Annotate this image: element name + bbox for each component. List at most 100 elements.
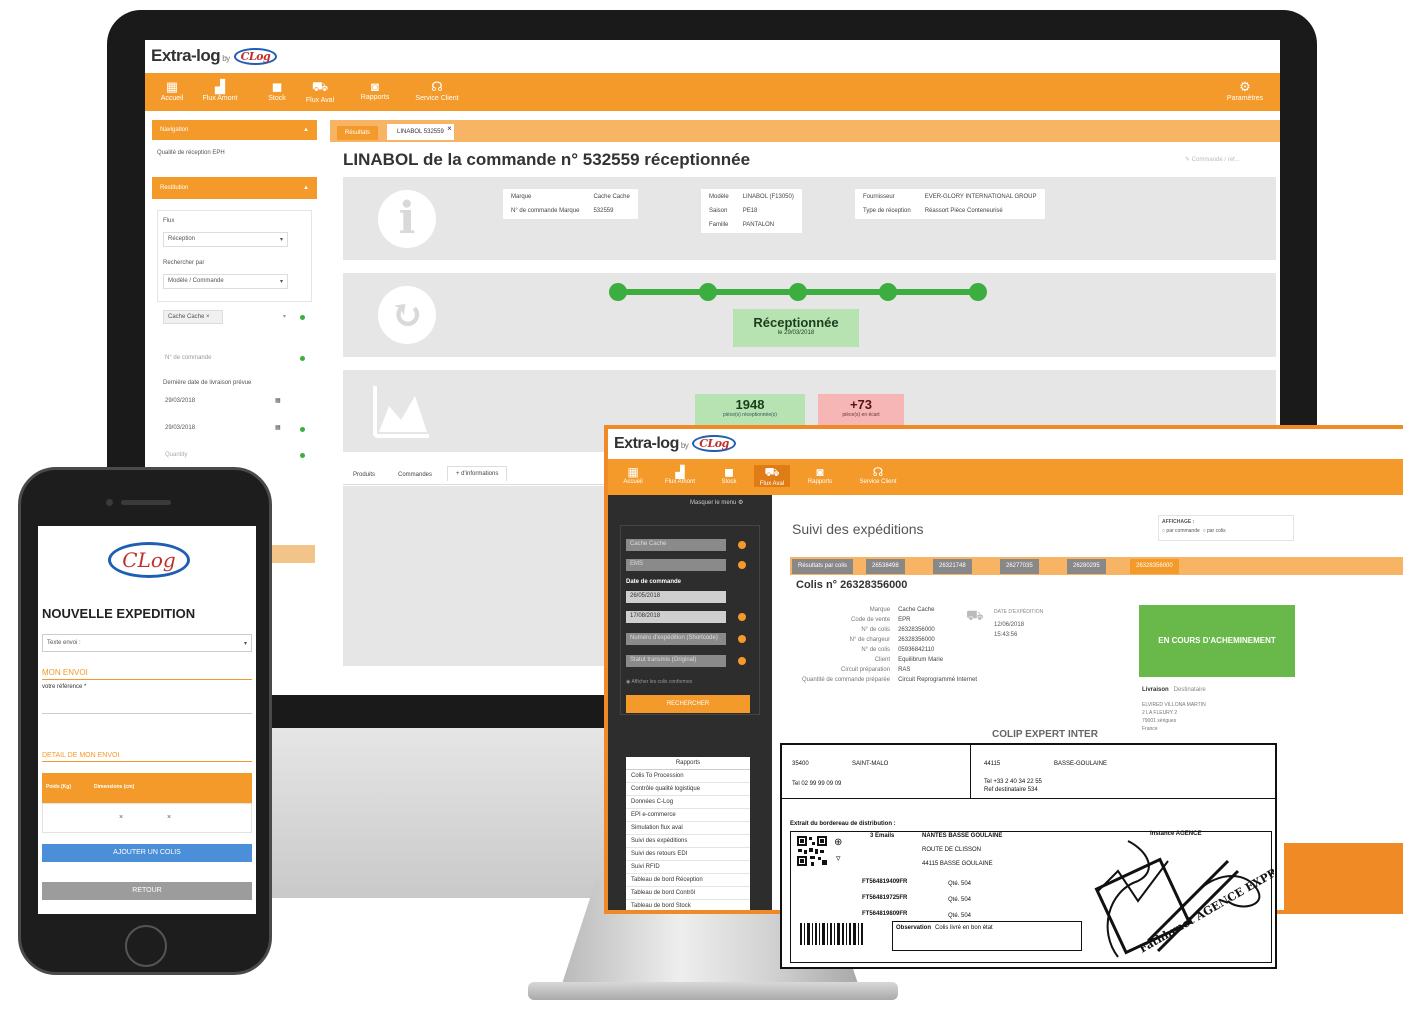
radio-by-order[interactable]: ○ par commande [1162,528,1200,534]
tab-results-by-parcel[interactable]: Résultats par colis [792,559,854,574]
radio-by-parcel[interactable]: ○ par colis [1203,528,1226,534]
tab-products[interactable]: Produits [345,468,383,482]
navigation-panel-header[interactable]: Navigation ▲ [152,120,317,140]
tab-linabol[interactable]: LINABOL 532559 × [387,124,454,140]
nav-flux-aval[interactable]: ⛟ Flux Aval [754,465,790,487]
settings-icon: ⚙ [1239,79,1251,94]
order-date-label: Date de commande [626,579,682,585]
show-compliant-checkbox[interactable]: ◉ Afficher les colis conformes [626,679,692,685]
tracking-topbar: ▦ Accueil ▟ Flux Amont ◼ Stock ⛟ Flux Av… [608,459,1403,495]
display-mode-toggle[interactable]: AFFICHAGE : ○ par commande ○ par colis [1158,515,1294,541]
search-button[interactable]: RECHERCHER [626,695,750,713]
brand-select[interactable]: Cache Cache [626,539,726,551]
tab-parcel[interactable]: 26280295 [1067,559,1106,574]
shipment-status-badge: EN COURS D'ACHEMINEMENT [1139,605,1295,677]
filter-panel-header[interactable]: Restitution ▲ [152,177,317,199]
nav-item-reception-quality[interactable]: Qualité de réception EPH [157,150,225,156]
quantity-input[interactable]: Quantity [165,452,187,458]
nav-parametres[interactable]: ⚙ Paramètres [1215,79,1275,102]
brand-by: by [222,54,230,63]
recipient-phone: Tel +33 2 40 34 22 55 [984,779,1042,785]
calendar-icon[interactable]: ▦ [275,424,281,431]
chevron-down-icon[interactable]: ▾ [283,313,286,320]
app-logo[interactable]: Extra-log by CLog [614,435,736,453]
nav-stock[interactable]: ◼ Stock [263,79,291,102]
area-chart-icon [373,386,429,438]
truck-icon: ⛟ [966,607,984,623]
quantity-label: Qté. 504 [948,881,972,887]
report-item[interactable]: Suivi des expéditions [626,835,750,848]
back-button[interactable]: RETOUR [42,882,252,900]
nav-rapports[interactable]: ◙ Rapports [800,465,840,485]
search-field[interactable]: ✎ Commande / ref... [1185,156,1240,163]
nav-service-client[interactable]: ☊ Service Client [848,465,908,485]
report-item[interactable]: EPI e-commerce [626,809,750,822]
parcel-number: FT564819409FR [862,879,908,885]
status-dot [300,427,305,432]
page-title: Suivi des expéditions [792,521,924,537]
date-to-input[interactable]: 29/03/2018 [165,425,195,431]
dashboard-icon: ▦ [165,79,179,94]
close-icon[interactable]: × [447,124,452,133]
add-parcel-button[interactable]: AJOUTER UN COLIS [42,844,252,862]
brand-tag[interactable]: Cache Cache × [163,310,223,324]
report-item[interactable]: Colis To Procession [626,770,750,783]
clog-logo: CLog [692,435,736,453]
tab-parcel-active[interactable]: 26328356000 [1130,559,1179,574]
tab-parcel[interactable]: 26321748 [933,559,972,574]
info-panel: i Marque Cache Cache N° de commande Marqu… [343,177,1276,260]
order-number-input[interactable]: N° de commande [165,355,211,361]
date-to-input[interactable]: 17/08/2018 [626,611,726,623]
search-button[interactable] [265,545,315,563]
quantity-label: Qté. 504 [948,897,972,903]
dashboard-icon: ▦ [627,465,639,479]
report-item[interactable]: Simulation flux aval [626,822,750,835]
report-item[interactable]: Données C-Log [626,796,750,809]
report-item[interactable]: Suivi des retours EDI [626,848,750,861]
shipment-type-select[interactable]: Texte envoi : ▾ [42,634,252,652]
nav-accueil[interactable]: ▦ Accueil [155,79,189,102]
nav-flux-amont[interactable]: ▟ Flux Amont [658,465,702,485]
date-from-input[interactable]: 26/05/2018 [626,591,726,603]
tab-parcel[interactable]: 26277035 [1000,559,1039,574]
shipping-date-label: DATE D'EXPÉDITION [994,609,1044,615]
observation-label: Observation [896,925,932,931]
status-select[interactable]: Statut transmis (Original) [626,655,726,667]
tab-delivery[interactable]: Livraison [1142,687,1169,693]
nav-stock[interactable]: ◼ Stock [714,465,744,485]
report-item[interactable]: Tableau de bord Stock [626,900,750,910]
tab-results[interactable]: Résultats [337,126,379,140]
discrepancy-count: +73 pièce(s) en écart [818,394,904,428]
app-logo[interactable]: Extra-log by CLog [151,46,278,66]
report-item[interactable]: Suivi RFID [626,861,750,874]
tab-recipient[interactable]: Destinataire [1174,687,1206,693]
toggle-menu[interactable]: Masquer le menu ⚙ [690,499,743,506]
reference-input[interactable] [42,694,252,714]
carrier-select[interactable]: EMS [626,559,726,571]
group-label: Rechercher par [163,260,205,266]
nav-flux-amont[interactable]: ▟ Flux Amont [199,79,241,102]
parcel-row[interactable]: × × [42,803,252,833]
section-my-shipment: MON ENVOI [42,668,252,680]
tab-parcel[interactable]: 26538498 [866,559,905,574]
group-select[interactable]: Modèle / Commande ▾ [163,274,288,289]
shipment-number-input[interactable]: Numéro d'expédition (Shortcode) [626,633,726,645]
report-item[interactable]: Tableau de bord Contrôl [626,887,750,900]
nav-accueil[interactable]: ▦ Accueil [616,465,650,485]
date-from-input[interactable]: 29/03/2018 [165,398,195,404]
report-item[interactable]: Tableau de bord Réception [626,874,750,887]
tab-orders[interactable]: Commandes [390,468,440,482]
calendar-icon[interactable]: ▦ [275,397,281,404]
nav-flux-aval[interactable]: ⛟ Flux Aval [302,79,338,104]
flux-select[interactable]: Réception ▾ [163,232,288,247]
home-button[interactable] [125,925,167,967]
sender-phone: Tel 02 99 99 09 09 [792,781,842,787]
recipient-postcode: 44115 [984,761,1001,767]
dimension-separator: × [167,814,172,821]
nav-rapports[interactable]: ◙ Rapports [355,79,395,101]
report-item[interactable]: Contrôle qualité logistique [626,783,750,796]
observation-box: Observation Colis livré en bon état [892,921,1082,951]
tab-more-info[interactable]: + d'informations [447,466,508,481]
nav-service-client[interactable]: ☊ Service Client [407,79,467,102]
sender-city: SAINT-MALO [852,761,889,767]
